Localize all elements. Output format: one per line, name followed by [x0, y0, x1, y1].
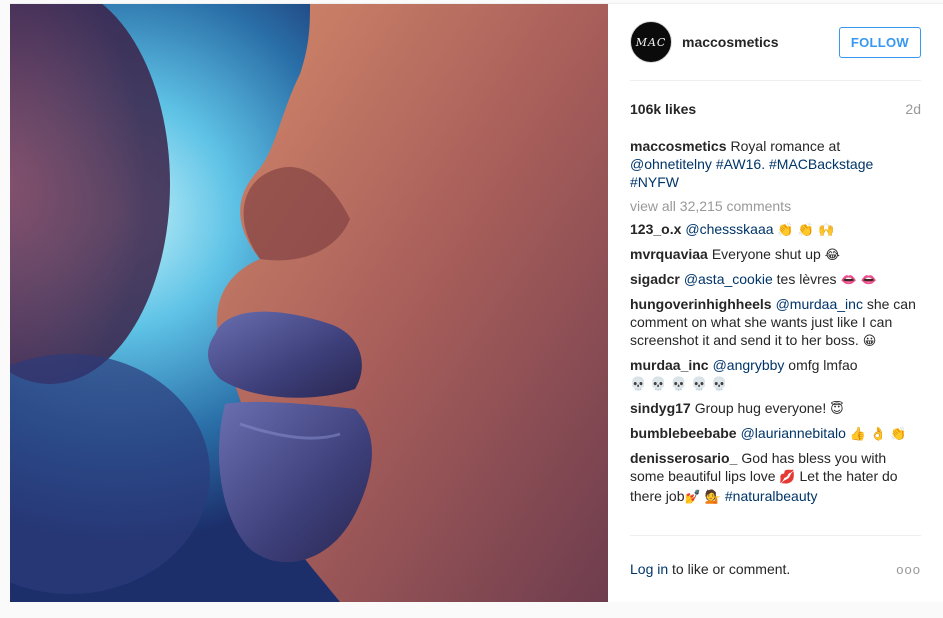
login-prompt: Log in to like or comment.	[630, 561, 790, 577]
caption-tag-aw16[interactable]: #AW16.	[716, 156, 765, 172]
comment-user[interactable]: 123_o.x	[630, 221, 681, 237]
angel-face-icon: 😇	[830, 402, 844, 417]
login-prompt-text: to like or comment.	[672, 561, 791, 577]
laughing-face-icon: 😂	[824, 248, 840, 263]
comment-user[interactable]: denisserosario_	[630, 450, 737, 466]
caption: maccosmetics Royal romance at @ohnetiteln…	[630, 137, 921, 191]
comment-user[interactable]: bumblebeebabe	[630, 425, 737, 441]
comment-text: tes lèvres	[776, 271, 837, 287]
comment-user[interactable]: sigadcr	[630, 271, 680, 287]
comments-list: maccosmetics Royal romance at @ohnetiteln…	[630, 137, 921, 507]
caption-text: Royal romance at	[730, 138, 841, 154]
comment-item: sigadcr @asta_cookie tes lèvres 👄 👄	[630, 270, 921, 290]
comment-mention[interactable]: @asta_cookie	[684, 271, 773, 287]
comment-item: 123_o.x @chessskaaa 👏 👏 🙌	[630, 220, 921, 240]
post-header: MAC maccosmetics FOLLOW	[630, 4, 921, 81]
post-footer: Log in to like or comment. ooo	[630, 535, 921, 602]
comment-mention[interactable]: @murdaa_inc	[776, 296, 863, 312]
comment-tag-naturalbeauty[interactable]: #naturalbeauty	[725, 488, 818, 504]
caption-user[interactable]: maccosmetics	[630, 138, 727, 154]
comment-user[interactable]: hungoverinhighheels	[630, 296, 772, 312]
comment-user[interactable]: sindyg17	[630, 400, 691, 416]
lips-closeup-image	[10, 4, 608, 602]
comment-user[interactable]: mvrquaviaa	[630, 246, 708, 262]
comment-mention[interactable]: @lauriannebitalo	[741, 425, 846, 441]
comment-item: bumblebeebabe @lauriannebitalo 👍 👌 👏	[630, 424, 921, 444]
post-age[interactable]: 2d	[905, 101, 921, 117]
kiss-mark-icon: 💋	[779, 470, 796, 485]
comment-mention[interactable]: @chessskaaa	[685, 221, 773, 237]
login-link[interactable]: Log in	[630, 561, 668, 577]
post-photo[interactable]	[10, 4, 608, 602]
grinning-face-icon: 😀	[862, 334, 877, 349]
caption-tag-macbackstage[interactable]: #MACBackstage	[769, 156, 873, 172]
clapping-hands-icon: 👏 👏 🙌	[777, 223, 835, 238]
more-options-icon[interactable]: ooo	[896, 562, 921, 577]
view-all-comments-link[interactable]: view all 32,215 comments	[630, 197, 921, 215]
comment-item: murdaa_inc @angrybby omfg lmfao 💀 💀 💀 💀 💀	[630, 356, 921, 394]
comment-item: denisserosario_ God has bless you with so…	[630, 449, 921, 507]
comment-user[interactable]: murdaa_inc	[630, 357, 709, 373]
comment-text: omfg lmfao	[788, 357, 858, 373]
comment-mention[interactable]: @angrybby	[713, 357, 785, 373]
caption-mention[interactable]: @ohnetitelny	[630, 156, 712, 172]
lips-icon: 👄 👄	[840, 273, 877, 288]
comment-text: Group hug everyone!	[694, 400, 827, 416]
avatar[interactable]: MAC	[630, 21, 672, 63]
comment-item: hungoverinhighheels @murdaa_inc she can c…	[630, 295, 921, 351]
post-sidebar: MAC maccosmetics FOLLOW 106k likes 2d ma…	[608, 4, 943, 602]
username[interactable]: maccosmetics	[682, 34, 779, 50]
comment-item: mvrquaviaa Everyone shut up 😂	[630, 245, 921, 265]
comment-text: Everyone shut up	[711, 246, 821, 262]
likes-count[interactable]: 106k likes	[630, 101, 696, 117]
likes-row: 106k likes 2d	[630, 81, 921, 137]
instagram-post: MAC maccosmetics FOLLOW 106k likes 2d ma…	[10, 3, 943, 602]
thumbs-up-icon: 👍 👌 👏	[849, 427, 907, 442]
nail-polish-icon: 💅 💁	[684, 490, 721, 505]
skull-icon: 💀 💀 💀 💀 💀	[630, 377, 728, 392]
follow-button[interactable]: FOLLOW	[838, 26, 921, 58]
caption-tag-nyfw[interactable]: #NYFW	[630, 174, 679, 190]
comment-item: sindyg17 Group hug everyone! 😇	[630, 399, 921, 419]
